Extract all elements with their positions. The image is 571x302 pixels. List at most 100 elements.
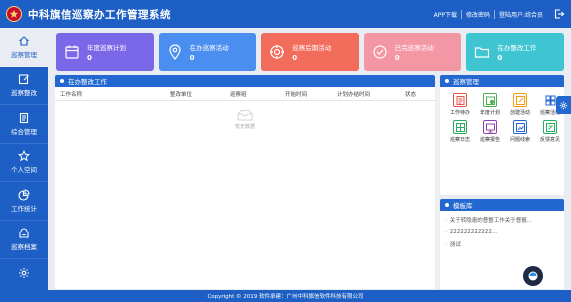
tool-inspection-log[interactable]: 巡察日志: [446, 120, 474, 143]
list-item[interactable]: · 关于转隐患的督整工作关于督报...: [445, 214, 559, 226]
sidebar-item-label: 工作统计: [11, 204, 37, 213]
floating-chat-button[interactable]: [523, 266, 543, 286]
header-links: APP下载 修改密码 登陆用户:综合员: [430, 0, 565, 28]
card-label: 已完巡察活动: [394, 44, 434, 52]
column-header[interactable]: 计划办结时间: [337, 90, 405, 98]
tool-inspection-report[interactable]: 巡察报告: [476, 120, 504, 143]
sidebar-item-label: 综合管理: [11, 127, 37, 136]
sidebar-item-label: 巡察管理: [11, 50, 37, 59]
card-annual-plan[interactable]: 年度巡察计划 0: [56, 33, 154, 71]
check-circle-icon: [373, 45, 387, 59]
card-active-inspection[interactable]: 在办巡察活动 0: [158, 33, 257, 71]
card-value: 0: [87, 54, 92, 62]
template-item-text: 222222222222...: [449, 229, 497, 235]
bullet-icon: ·: [445, 241, 447, 247]
empty-text: 暂无数据: [234, 124, 255, 130]
archive-icon: [19, 228, 29, 238]
tool-label: 年度计划: [479, 110, 500, 116]
gear-icon: [559, 101, 568, 109]
chat-bubble-icon: [528, 271, 538, 281]
panel-header: 巡察管理: [440, 75, 564, 87]
edit-icon: [18, 74, 29, 85]
card-label: 在办巡察活动: [189, 44, 229, 52]
change-password-link[interactable]: 修改密码: [462, 9, 495, 19]
sidebar-item-personal-space[interactable]: 个人空间: [0, 144, 48, 182]
sidebar-item-label: 巡察档案: [11, 243, 37, 252]
bullet-icon: [445, 79, 449, 83]
empty-box-icon: [237, 110, 253, 121]
sidebar-item-archives[interactable]: 巡察档案: [0, 221, 48, 259]
inspection-tools-panel: 巡察管理 工作待办 年度计划 创建活动 巡察活动 巡察日志 巡察报告 问题线索 …: [440, 75, 564, 195]
report-icon: [483, 120, 497, 134]
home-icon: [19, 36, 29, 46]
rectification-panel: 在办整改工作 工作名称 整改单位 巡察组 开始时间 计划办结时间 状态 暂无数据: [55, 75, 435, 289]
bullet-icon: [60, 79, 64, 83]
card-value: 0: [394, 54, 400, 62]
logout-icon[interactable]: [553, 8, 565, 20]
top-header: 中科旗信巡察办工作管理系统 APP下载 修改密码 登陆用户:综合员: [0, 0, 571, 28]
column-header[interactable]: 整改单位: [170, 90, 230, 98]
star-icon: [18, 150, 30, 162]
card-active-rectification[interactable]: 在办整改工作 0: [466, 33, 564, 71]
folder-icon: [475, 47, 490, 58]
template-item-text: 测试: [449, 242, 461, 248]
app-root: 中科旗信巡察办工作管理系统 APP下载 修改密码 登陆用户:综合员 巡察管理 巡…: [0, 0, 571, 302]
sidebar-settings[interactable]: [0, 259, 48, 289]
sidebar-item-rectification[interactable]: 巡察整改: [0, 67, 48, 105]
log-icon: [453, 120, 467, 134]
tool-label: 巡察日志: [449, 137, 470, 143]
scrollbar[interactable]: [436, 88, 439, 288]
tool-label: 问题线索: [509, 137, 530, 143]
tool-annual-plan[interactable]: 年度计划: [476, 93, 504, 116]
card-label: 巡察后期活动: [292, 44, 332, 52]
feedback-icon: [543, 120, 557, 134]
bullet-icon: ·: [445, 229, 447, 235]
panel-title: 巡察管理: [453, 78, 479, 86]
table-header: 工作名称 整改单位 巡察组 开始时间 计划办结时间 状态: [55, 87, 435, 101]
tool-label: 工作待办: [449, 110, 470, 116]
list-item[interactable]: · 222222222222...: [445, 226, 559, 238]
template-list: · 关于转隐患的督整工作关于督报... · 222222222222... · 测试: [440, 211, 564, 253]
card-value: 0: [292, 54, 298, 62]
pie-chart-icon: [18, 189, 30, 201]
tool-todo[interactable]: 工作待办: [446, 93, 474, 116]
sidebar-item-inspection-management[interactable]: 巡察管理: [0, 28, 48, 67]
tools-grid: 工作待办 年度计划 创建活动 巡察活动 巡察日志 巡察报告 问题线索 反馈意见: [440, 87, 564, 143]
bullet-icon: [445, 203, 449, 207]
floating-settings-button[interactable]: [556, 96, 571, 114]
column-header[interactable]: 开始时间: [285, 90, 337, 98]
tool-label: 创建活动: [509, 110, 530, 116]
tool-label: 反馈意见: [539, 137, 560, 143]
sidebar: 巡察管理 巡察整改 综合管理 个人空间 工作统计 巡察档案: [0, 28, 48, 290]
empty-state: 暂无数据: [55, 109, 435, 130]
emblem-icon: [6, 6, 22, 22]
card-post-inspection[interactable]: 巡察后期活动 0: [261, 33, 359, 71]
panel-header: 模板库: [440, 199, 564, 211]
sidebar-item-general-management[interactable]: 综合管理: [0, 105, 48, 144]
target-icon: [270, 45, 285, 59]
column-header[interactable]: 巡察组: [230, 90, 285, 98]
template-item-text: 关于转隐患的督整工作关于督报...: [449, 218, 532, 224]
activity-icon: [543, 93, 557, 107]
tool-feedback[interactable]: 反馈意见: [536, 120, 564, 143]
app-download-link[interactable]: APP下载: [430, 9, 462, 19]
footer: Copyright © 2019 软件承建：广州中科旗信软件科技有限公司: [0, 290, 571, 302]
app-title: 中科旗信巡察办工作管理系统: [28, 8, 171, 21]
column-header[interactable]: 工作名称: [60, 90, 170, 98]
list-item[interactable]: · 测试: [445, 238, 559, 250]
document-icon: [19, 112, 29, 123]
copyright-text: Copyright © 2019 软件承建：广州中科旗信软件科技有限公司: [207, 294, 364, 300]
tool-create-activity[interactable]: 创建活动: [506, 93, 534, 116]
panel-title: 在办整改工作: [68, 78, 107, 86]
location-icon: [168, 44, 181, 60]
column-header[interactable]: 状态: [405, 90, 435, 98]
card-label: 年度巡察计划: [87, 44, 126, 52]
calendar-icon: [65, 45, 79, 59]
clue-icon: [513, 120, 527, 134]
card-completed-inspection[interactable]: 已完巡察活动 0: [363, 33, 462, 71]
tool-label: 巡察报告: [479, 137, 500, 143]
sidebar-item-work-statistics[interactable]: 工作统计: [0, 182, 48, 221]
current-user-label[interactable]: 登陆用户:综合员: [495, 10, 547, 19]
template-library-panel: 模板库 · 关于转隐患的督整工作关于督报... · 222222222222... …: [440, 199, 564, 289]
tool-problem-clues[interactable]: 问题线索: [506, 120, 534, 143]
